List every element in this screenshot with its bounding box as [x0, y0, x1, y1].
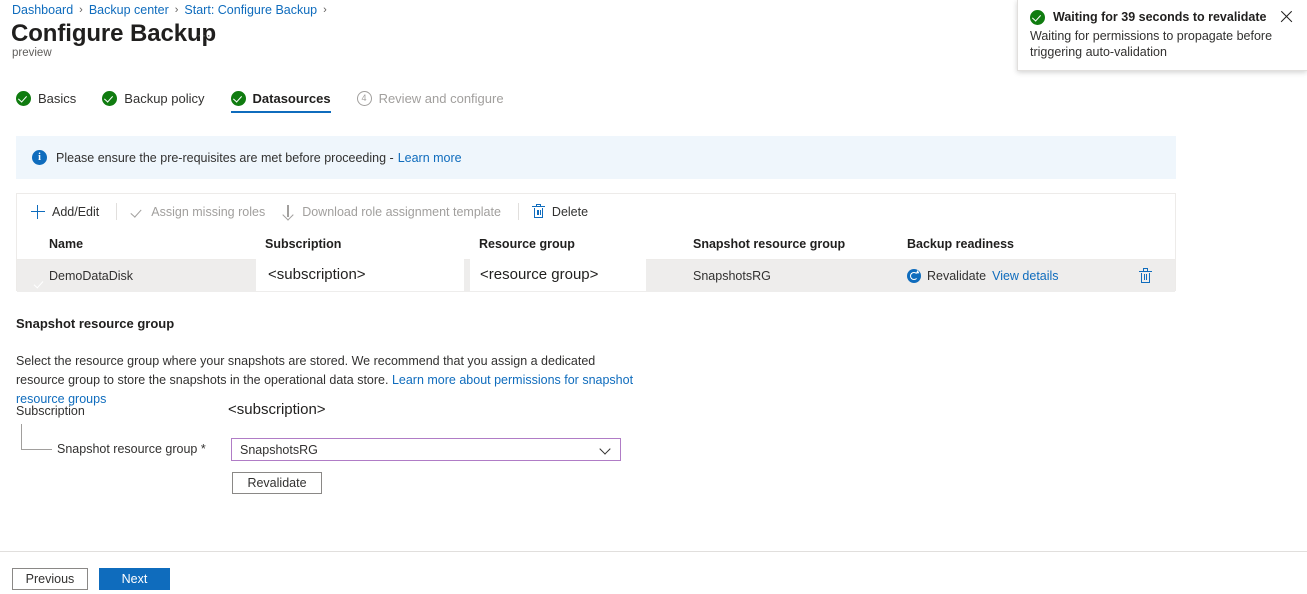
field-tree-connector	[21, 424, 52, 450]
wizard-step-datasources[interactable]: Datasources	[231, 90, 331, 113]
download-template-label: Download role assignment template	[302, 205, 501, 219]
revalidate-button[interactable]: Revalidate	[232, 472, 322, 494]
step-number-badge: 4	[357, 91, 372, 106]
breadcrumb-item-dashboard[interactable]: Dashboard	[12, 3, 73, 17]
column-header-name[interactable]: Name	[49, 237, 265, 251]
step-complete-icon	[231, 91, 246, 106]
redacted-subscription-field-text: <subscription>	[228, 401, 326, 418]
breadcrumb-item-start-configure-backup[interactable]: Start: Configure Backup	[184, 3, 317, 17]
redacted-subscription-value: <subscription>	[256, 257, 464, 291]
redacted-resource-group-text: <resource group>	[480, 266, 598, 283]
delete-row-icon[interactable]	[1139, 269, 1152, 283]
check-icon	[130, 205, 144, 219]
wizard-step-label: Basics	[38, 91, 76, 106]
next-button[interactable]: Next	[99, 568, 170, 590]
cell-backup-readiness: Revalidate View details	[907, 269, 1115, 283]
info-banner-learn-more-link[interactable]: Learn more	[398, 151, 462, 165]
column-header-subscription[interactable]: Subscription	[265, 237, 479, 251]
step-complete-icon	[16, 91, 31, 106]
redacted-subscription-text: <subscription>	[268, 266, 366, 283]
subscription-field-label: Subscription	[16, 404, 85, 418]
redacted-resource-group-value: <resource group>	[470, 257, 646, 291]
assign-missing-roles-button[interactable]: Assign missing roles	[124, 201, 275, 223]
breadcrumb-separator: ›	[323, 4, 327, 16]
step-complete-icon	[102, 91, 117, 106]
page-title: Configure Backup	[11, 20, 216, 48]
datasources-command-bar: Add/Edit Assign missing roles Download r…	[17, 194, 1175, 229]
breadcrumb-item-backup-center[interactable]: Backup center	[89, 3, 169, 17]
trash-icon	[532, 205, 545, 219]
notification-toast: Waiting for 39 seconds to revalidate Wai…	[1017, 0, 1307, 71]
column-header-snapshot-resource-group[interactable]: Snapshot resource group	[693, 237, 907, 251]
toast-title: Waiting for 39 seconds to revalidate	[1053, 9, 1271, 25]
download-arrow-icon	[281, 205, 295, 219]
snapshot-resource-group-field-label: Snapshot resource group *	[57, 442, 206, 456]
wizard-step-review-and-configure[interactable]: 4 Review and configure	[357, 91, 504, 113]
breadcrumb: Dashboard › Backup center › Start: Confi…	[12, 0, 333, 20]
page-more-menu-button[interactable]: ⋯	[197, 27, 212, 44]
plus-icon	[31, 205, 45, 219]
delete-label: Delete	[552, 205, 588, 219]
snapshot-resource-group-select[interactable]: SnapshotsRG	[231, 438, 621, 461]
toast-body: Waiting for permissions to propagate bef…	[1030, 28, 1295, 60]
add-edit-button[interactable]: Add/Edit	[25, 201, 109, 223]
add-edit-label: Add/Edit	[52, 205, 99, 219]
wizard-step-label: Datasources	[253, 91, 331, 106]
assign-missing-roles-label: Assign missing roles	[151, 205, 265, 219]
section-title-snapshot-resource-group: Snapshot resource group	[16, 316, 174, 331]
toast-header: Waiting for 39 seconds to revalidate	[1030, 9, 1295, 25]
breadcrumb-separator: ›	[79, 4, 83, 16]
toolbar-divider	[518, 203, 519, 220]
revalidate-label[interactable]: Revalidate	[927, 269, 986, 283]
toolbar-divider	[116, 203, 117, 220]
redacted-subscription-field-value: <subscription>	[228, 396, 478, 422]
success-check-circle-icon	[1030, 10, 1045, 25]
wizard-step-label: Backup policy	[124, 91, 204, 106]
delete-button[interactable]: Delete	[526, 201, 598, 223]
cell-snapshot-resource-group: SnapshotsRG	[693, 269, 907, 283]
prerequisites-info-banner: i Please ensure the pre-requisites are m…	[16, 136, 1176, 179]
column-header-resource-group[interactable]: Resource group	[479, 237, 693, 251]
revalidate-icon	[907, 269, 921, 283]
wizard-steps: Basics Backup policy Datasources 4 Revie…	[16, 90, 530, 113]
cell-name: DemoDataDisk	[49, 269, 265, 283]
wizard-step-basics[interactable]: Basics	[16, 90, 76, 113]
page-subtitle-preview: preview	[12, 47, 52, 59]
wizard-step-backup-policy[interactable]: Backup policy	[102, 90, 204, 113]
row-delete-cell	[1115, 269, 1175, 283]
breadcrumb-separator: ›	[175, 4, 179, 16]
close-icon[interactable]	[1279, 9, 1295, 25]
column-header-backup-readiness[interactable]: Backup readiness	[907, 237, 1115, 251]
snapshot-resource-group-selected-value: SnapshotsRG	[240, 443, 601, 457]
chevron-down-icon	[601, 444, 612, 455]
table-header-row: Name Subscription Resource group Snapsho…	[17, 229, 1175, 260]
previous-button[interactable]: Previous	[12, 568, 88, 590]
view-details-link[interactable]: View details	[992, 269, 1058, 283]
download-role-assignment-template-button[interactable]: Download role assignment template	[275, 201, 511, 223]
info-banner-text: Please ensure the pre-requisites are met…	[56, 151, 394, 165]
wizard-step-label: Review and configure	[379, 91, 504, 106]
footer-divider	[0, 551, 1307, 552]
info-icon: i	[32, 150, 47, 165]
